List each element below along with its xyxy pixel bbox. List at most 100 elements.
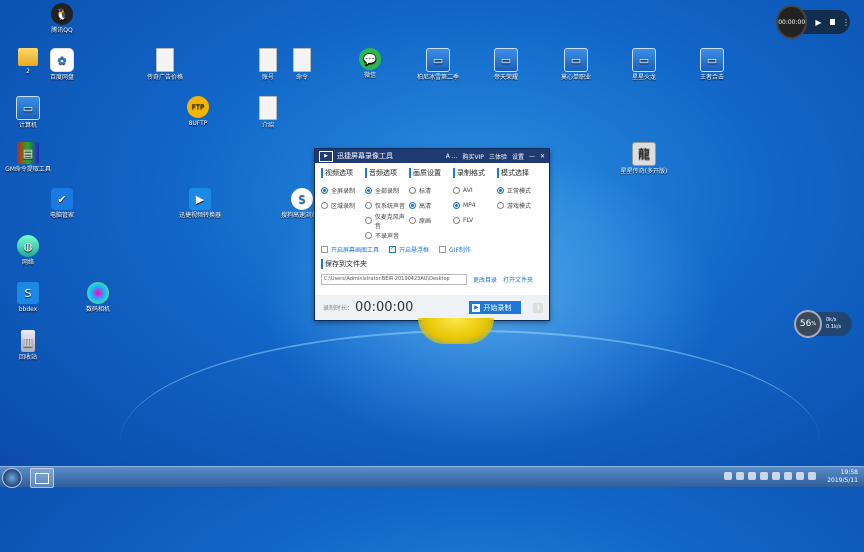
close-icon[interactable]: ✕ [540,153,545,160]
radio-option[interactable]: FLV [453,213,497,228]
radio-option[interactable]: 高清 [409,198,453,213]
radio-option[interactable]: 游戏模式 [497,198,541,213]
title-bar[interactable]: ▶ 迅捷屏幕录像工具 A ... 购买VIP 三体验 设置 — ✕ [315,149,549,163]
network-speed-widget[interactable]: 56% 0k/s 0.1k/s [794,310,852,338]
feature-checkbox[interactable]: GIF制作 [439,245,471,254]
feature-checkbox[interactable]: 开启屏幕画图工具 [321,245,379,254]
option-column: 画质设置 标清 高清 原画 [409,167,453,243]
desktop-icon[interactable]: ▭ 柏尼冰雪第二季 [410,48,466,81]
radio-label: 全部录制 [375,188,400,195]
start-button[interactable] [2,468,22,488]
desktop-icon[interactable]: ▭ 王者合击 [684,48,740,81]
desktop-icon[interactable]: ▭ 计算机 [0,96,56,129]
desktop-icon[interactable]: ▭ 帝天荣耀 [478,48,534,81]
desktop-icon-label: bbdex [18,306,38,313]
desktop-icon[interactable]: 介绍 [240,96,296,129]
desktop-icon[interactable]: 传奇广告价格 [137,48,193,81]
radio-option[interactable]: 正常模式 [497,183,541,198]
radio-option[interactable]: 标清 [409,183,453,198]
radio-option[interactable]: 全部录制 [365,183,409,198]
radio-icon[interactable] [321,187,328,194]
radio-option[interactable]: MP4 [453,198,497,213]
radio-option[interactable]: 仅麦克风声音 [365,213,409,230]
ftp-icon: FTP [187,96,209,118]
taskbar-clock[interactable]: 19:58 2019/5/11 [820,469,858,485]
desktop-icon[interactable]: 💬 微信 [342,48,398,79]
option-column: 音频选项 全部录制 仅系统声音 仅麦克风声音 不录声音 [365,167,409,243]
desktop-icon[interactable]: 数码相机 [70,282,126,313]
radio-option[interactable]: 全屏录制 [321,183,365,198]
desktop-icon-label: 王者合击 [699,74,724,81]
net-rates: 0k/s 0.1k/s [826,317,841,331]
desktop-icon-label: 数码相机 [85,306,110,313]
radio-icon[interactable] [409,202,416,209]
feature-checkbox[interactable]: ✓ 开启悬浮框 [389,245,429,254]
pc-icon: ▭ [632,48,656,72]
desktop-icon[interactable]: ▥ 回收站 [0,330,56,361]
desktop-icon[interactable]: ✔ 电脑管家 [34,188,90,219]
radio-option[interactable]: 原画 [409,213,453,228]
radio-icon[interactable] [453,187,460,194]
radio-label: 不录声音 [375,233,400,240]
radio-icon[interactable] [365,202,372,209]
desktop-icon[interactable]: ▭ 星星火龙 [616,48,672,81]
desktop-icon[interactable]: ▶ 迅捷视频转换器 [172,188,228,219]
desktop-icon[interactable]: ▤ GM命令提取工具 [0,142,56,173]
change-dir-link[interactable]: 更改目录 [473,275,497,284]
radio-option[interactable]: AVI [453,183,497,198]
section-heading: 录制格式 [453,168,497,178]
minimize-icon[interactable]: — [529,153,535,160]
radio-icon[interactable] [497,187,504,194]
radio-icon[interactable] [409,187,416,194]
more-icon[interactable]: ⋮ [842,18,850,27]
file-icon [259,96,277,120]
checked-box-icon[interactable]: ✓ [389,246,397,253]
recorder-float-bar[interactable]: 00:00:00 ▶ ⋮ [776,5,850,39]
radio-icon[interactable] [365,187,372,194]
stop-icon[interactable] [829,19,835,25]
radio-icon[interactable] [321,202,328,209]
winrar-icon: ▤ [17,142,39,164]
blue-icon: ▶ [189,188,211,210]
taskbar-recorder-app[interactable] [30,468,54,488]
radio-label: 仅系统声音 [375,203,406,210]
radio-icon[interactable] [365,217,372,224]
radio-label: 标清 [419,188,432,195]
radio-icon[interactable] [365,232,372,239]
checkbox-icon[interactable] [321,246,328,253]
desktop-icon[interactable]: ◍ 网络 [0,235,56,266]
open-dir-link[interactable]: 打开文件夹 [503,275,533,284]
buy-vip-button[interactable]: 购买VIP [462,152,484,161]
pc-icon: ▭ [16,96,40,120]
radio-icon[interactable] [409,217,416,224]
section-heading: 视频选项 [321,168,365,178]
settings-button[interactable]: 设置 [512,152,524,161]
desktop-icon[interactable]: 🐧 腾讯QQ [34,3,90,34]
desktop-icon[interactable]: Sbbdex [0,282,56,313]
desktop-icon[interactable]: ✿ 百度网盘 [34,48,90,81]
save-path-field[interactable]: C:\Users\Administrator.BEIR-20190423AU\D… [321,274,467,285]
start-record-button[interactable]: ▶ 开始录制 [469,301,522,314]
desktop-icon[interactable]: ▭ 莫心单职业 [548,48,604,81]
radio-icon[interactable] [453,202,460,209]
checkbox-icon[interactable] [439,246,447,253]
radio-icon[interactable] [453,217,460,224]
account-button[interactable]: A ... [446,153,458,160]
duration-value: 00:00:00 [355,300,414,315]
menu-button[interactable]: 三体验 [489,152,507,161]
radio-label: 高清 [419,203,432,210]
pause-icon[interactable]: ∥ [533,302,544,313]
recorder-timer: 00:00:00 [776,5,808,39]
desktop-icon[interactable]: 龍星星传奇(多开版) [616,142,672,175]
play-icon[interactable]: ▶ [815,18,821,27]
desktop-icon[interactable]: FTP 8UFTP [170,96,226,127]
radio-icon[interactable] [497,202,504,209]
radio-option[interactable]: 不录声音 [365,228,409,243]
desktop-icon[interactable]: 命令 [274,48,330,81]
blue-icon: S [17,282,39,304]
radio-label: MP4 [463,202,476,209]
option-column: 视频选项全屏录制 区域录制 [321,167,365,243]
shield-icon: ✔ [51,188,73,210]
radio-option[interactable]: 区域录制 [321,198,365,213]
system-tray[interactable] [724,472,820,480]
